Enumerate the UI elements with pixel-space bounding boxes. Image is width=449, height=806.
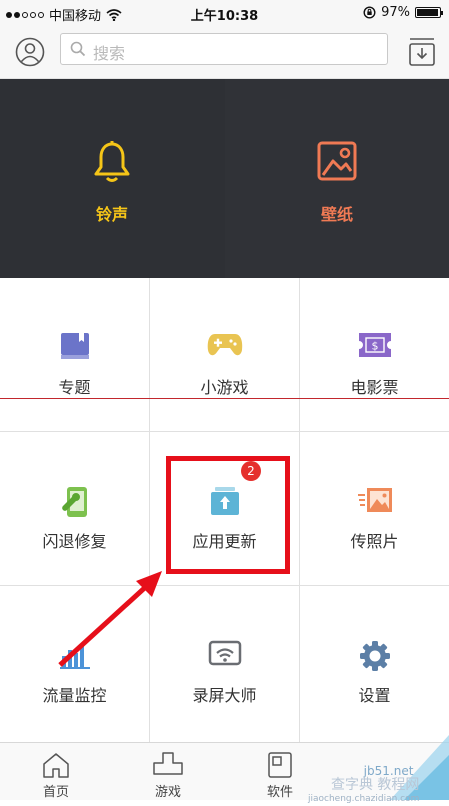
tab-label: 游戏: [154, 785, 181, 800]
top-header: 搜索: [0, 26, 449, 79]
phone-wrench-icon: [61, 487, 87, 517]
grid-item-movie-tickets[interactable]: $ 电影票: [300, 278, 449, 432]
separator-line: [0, 398, 449, 399]
battery-icon: [415, 7, 443, 18]
grid-label: 电影票: [350, 378, 399, 397]
featured-wallpaper[interactable]: 壁纸: [225, 79, 449, 278]
featured-wallpaper-label: 壁纸: [320, 205, 353, 224]
grid-label: 专题: [58, 378, 91, 397]
featured-ringtone[interactable]: 铃声: [0, 79, 224, 278]
photo-send-icon: [357, 488, 392, 512]
game-tab-icon: [153, 752, 183, 775]
battery-percent: 97%: [381, 5, 410, 20]
update-count-badge: 2: [241, 461, 261, 481]
status-bar: 中国移动 上午10:38 97%: [0, 0, 449, 26]
tab-home[interactable]: 首页: [0, 743, 112, 801]
home-icon: [43, 753, 69, 778]
apps-tab-icon: [268, 752, 292, 778]
grid-item-screen-recorder[interactable]: 录屏大师: [150, 586, 300, 742]
tab-games[interactable]: 游戏: [112, 743, 224, 801]
rotation-lock-icon: [363, 6, 376, 19]
grid-label: 流量监控: [42, 686, 107, 705]
gamepad-icon: [207, 334, 242, 356]
gear-icon: [359, 641, 390, 671]
bell-icon: [94, 141, 130, 182]
search-input[interactable]: 搜索: [60, 33, 388, 65]
grid-item-send-photos[interactable]: 传照片: [300, 432, 449, 586]
grid-label: 闪退修复: [42, 532, 107, 551]
book-icon: [60, 333, 89, 359]
svg-text:$: $: [371, 340, 378, 353]
picture-frame-icon: [317, 141, 357, 181]
screen-cast-icon: [208, 640, 241, 666]
grid-label: 传照片: [350, 532, 399, 551]
grid-item-crash-fix[interactable]: 闪退修复: [0, 432, 150, 586]
grid-label: 小游戏: [200, 378, 249, 397]
ticket-icon: $: [358, 333, 391, 357]
grid-item-topics[interactable]: 专题: [0, 278, 150, 432]
featured-ringtone-label: 铃声: [95, 205, 128, 224]
featured-panel: 铃声 壁纸: [0, 79, 449, 278]
search-placeholder: 搜索: [93, 44, 126, 63]
grid-label: 设置: [358, 686, 391, 705]
grid-item-minigames[interactable]: 小游戏: [150, 278, 300, 432]
grid-item-settings[interactable]: 设置: [300, 586, 449, 742]
search-icon: [70, 41, 86, 57]
user-avatar-icon[interactable]: [15, 37, 45, 67]
grid-label: 录屏大师: [192, 686, 257, 705]
tab-label: 首页: [42, 785, 69, 800]
highlight-box: [166, 456, 290, 574]
download-tray-icon[interactable]: [409, 37, 435, 67]
pointer-arrow: [58, 571, 162, 667]
